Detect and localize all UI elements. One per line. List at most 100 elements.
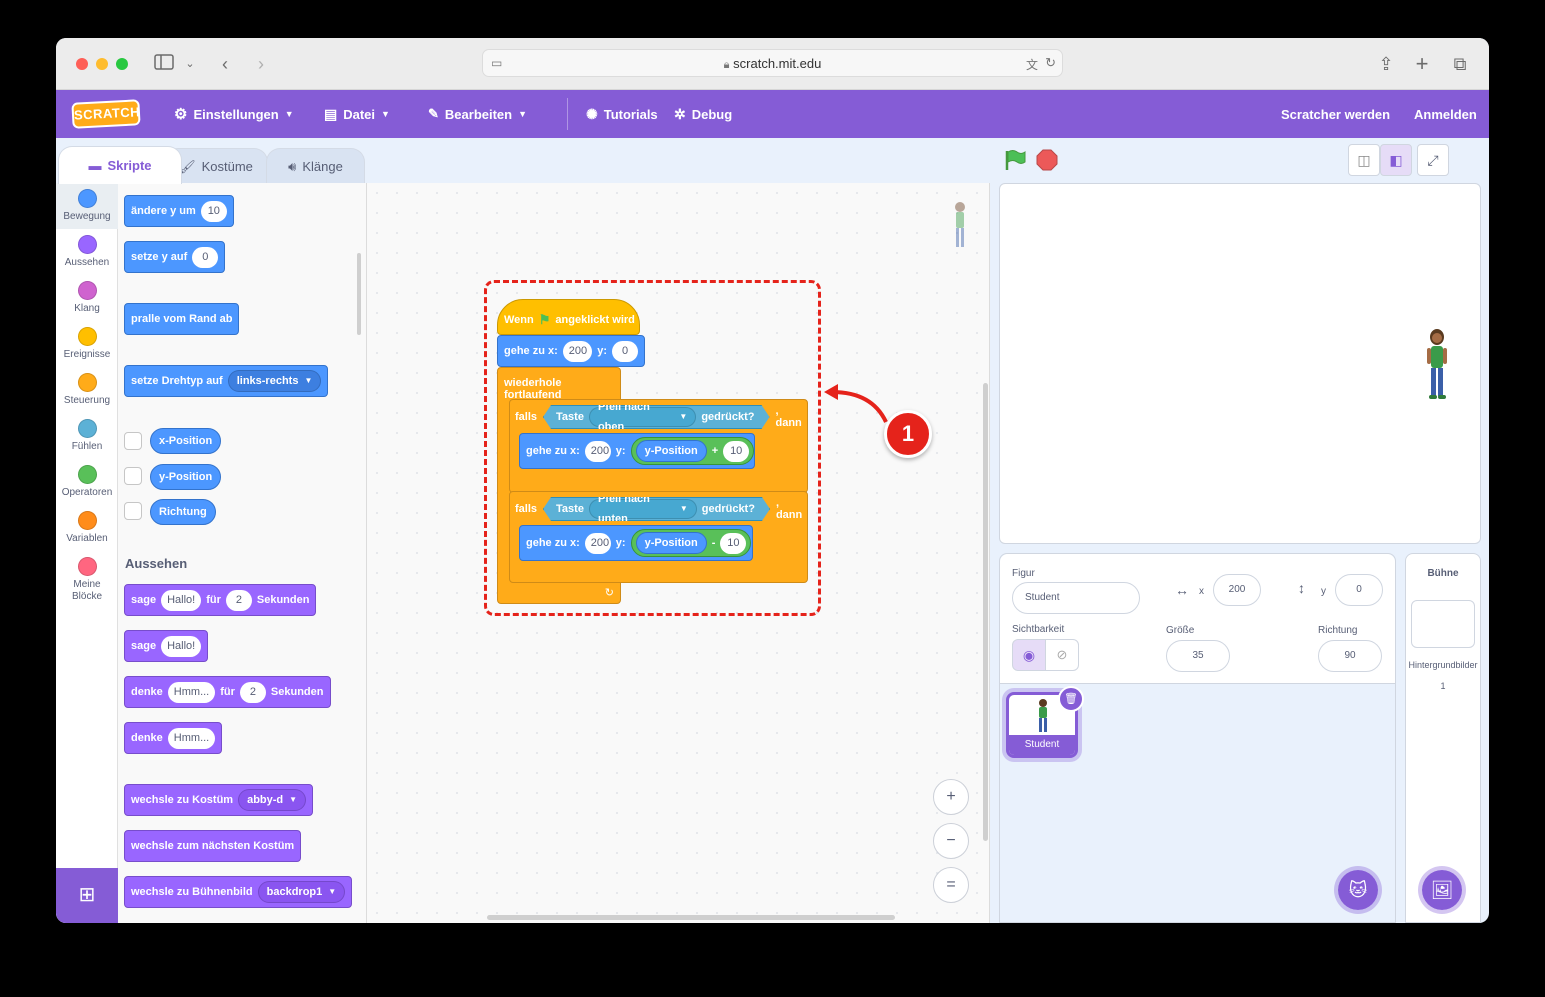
size-field[interactable]: 35 — [1166, 640, 1230, 672]
category-dot — [77, 327, 97, 346]
file-menu[interactable]: ▤ Datei ▼ — [324, 105, 390, 123]
hide-button[interactable]: ⊘ — [1045, 639, 1079, 671]
palette-scrollbar[interactable] — [357, 253, 361, 335]
backdrop-thumbnail[interactable] — [1411, 600, 1475, 648]
zoom-reset-button[interactable]: = — [933, 867, 969, 903]
caret-down-icon: ▼ — [289, 795, 298, 804]
address-bar[interactable]: ▭ 🔒︎ scratch.mit.edu 文 ↻ — [482, 49, 1063, 77]
category-events[interactable]: Ereignisse — [56, 327, 118, 360]
category-sound[interactable]: Klang — [56, 281, 118, 314]
stage-selector[interactable]: Bühne Hintergrundbilder 1 🖼︎ — [1405, 553, 1481, 923]
reload-icon[interactable]: ↻ — [1045, 55, 1056, 71]
sign-in-link[interactable]: Anmelden — [1414, 105, 1477, 123]
switch-backdrop-block[interactable]: wechsle zu Bühnenbild backdrop1 ▼ — [124, 876, 353, 908]
settings-menu[interactable]: ⚙ Einstellungen ▼ — [174, 105, 294, 123]
menu-divider — [567, 98, 568, 130]
edit-menu[interactable]: ✎ Bearbeiten ▼ — [428, 105, 527, 123]
large-stage-button[interactable]: ◧ — [1380, 144, 1412, 176]
join-scratch-link[interactable]: Scratcher werden — [1281, 105, 1390, 123]
chevron-down-icon[interactable]: ⌄ — [182, 52, 198, 76]
y-position-reporter[interactable]: y-Position — [150, 464, 222, 490]
say-for-secs-block[interactable]: sage Hallo! für 2 Sekunden — [124, 584, 317, 616]
direction-field[interactable]: 90 — [1318, 640, 1382, 672]
sprite-name-field[interactable]: Student — [1012, 582, 1140, 614]
y-position-checkbox[interactable] — [124, 467, 142, 485]
next-costume-block[interactable]: wechsle zum nächsten Kostüm — [124, 830, 302, 862]
script-workspace[interactable]: Wenn ⚑ angeklickt wird gehe zu x: 200 y:… — [367, 183, 990, 923]
add-extension-button[interactable]: ⊞ — [56, 868, 118, 923]
zoom-in-button[interactable]: + — [933, 779, 969, 815]
set-y-block[interactable]: setze y auf 0 — [124, 241, 226, 273]
zoom-out-button[interactable]: − — [933, 823, 969, 859]
caret-down-icon: ▼ — [304, 376, 313, 385]
say-block[interactable]: sage Hallo! — [124, 630, 209, 662]
add-extension-icon: ⊞ — [78, 884, 96, 906]
workspace-vertical-scrollbar[interactable] — [983, 383, 988, 841]
scratch-logo[interactable]: SCRATCH — [71, 99, 141, 129]
close-window-button[interactable] — [76, 58, 88, 70]
green-flag-icon[interactable] — [1004, 149, 1026, 171]
back-icon[interactable]: ‹ — [216, 52, 234, 76]
say-text[interactable]: Hallo! — [161, 589, 202, 611]
share-icon[interactable]: ⇪ — [1376, 52, 1396, 76]
set-rotation-style-block[interactable]: setze Drehtyp auf links-rechts ▼ — [124, 365, 329, 397]
show-button[interactable]: ◉ — [1012, 639, 1046, 671]
lock-icon: 🔒︎ — [723, 59, 730, 71]
bounce-block[interactable]: pralle vom Rand ab — [124, 303, 240, 335]
x-position-reporter[interactable]: x-Position — [150, 428, 222, 454]
y-field[interactable]: 0 — [1335, 574, 1383, 606]
stage-canvas[interactable] — [999, 183, 1481, 544]
think-text[interactable]: Hmm... — [167, 727, 216, 749]
tab-overview-icon[interactable]: ⧉ — [1450, 52, 1470, 76]
say-text[interactable]: Hallo! — [161, 635, 202, 657]
tab-costumes-label: Kostüme — [201, 159, 253, 174]
tutorials-button[interactable]: ✺ Tutorials — [586, 105, 658, 123]
costume-dropdown[interactable]: abby-d ▼ — [238, 789, 307, 811]
category-control[interactable]: Steuerung — [56, 373, 118, 406]
translate-icon[interactable]: 文 — [1026, 56, 1038, 73]
choose-sprite-button[interactable]: 🐱︎ — [1334, 866, 1382, 914]
tutorials-label: Tutorials — [603, 106, 658, 122]
direction-checkbox[interactable] — [124, 502, 142, 520]
think-text[interactable]: Hmm... — [167, 681, 216, 703]
change-y-value[interactable]: 10 — [200, 200, 227, 222]
workspace-horizontal-scrollbar[interactable] — [487, 915, 895, 920]
set-y-value[interactable]: 0 — [192, 246, 219, 268]
category-label: Variablen — [66, 533, 108, 544]
small-stage-button[interactable]: ◫ — [1348, 144, 1380, 176]
say-secs[interactable]: 2 — [225, 589, 252, 611]
tab-code[interactable]: ▬ Skripte — [58, 146, 182, 184]
x-field[interactable]: 200 — [1213, 574, 1261, 606]
new-tab-icon[interactable]: + — [1412, 52, 1432, 76]
category-dot — [77, 281, 97, 300]
think-block[interactable]: denke Hmm... — [124, 722, 223, 754]
category-my-blocks[interactable]: Meine Blöcke — [56, 557, 118, 603]
forward-icon[interactable]: › — [252, 52, 270, 76]
category-label: Steuerung — [63, 395, 111, 406]
think-secs[interactable]: 2 — [239, 681, 266, 703]
direction-reporter[interactable]: Richtung — [150, 499, 216, 525]
sidebar-toggle-icon[interactable] — [152, 52, 176, 76]
backdrops-label: Hintergrundbilder — [1408, 660, 1478, 670]
category-sensing[interactable]: Fühlen — [56, 419, 118, 452]
debug-button[interactable]: ✲ Debug — [674, 105, 732, 123]
sprite-character[interactable] — [1425, 328, 1449, 400]
x-position-checkbox[interactable] — [124, 432, 142, 450]
delete-sprite-button[interactable]: 🗑︎ — [1058, 686, 1084, 712]
category-motion[interactable]: Bewegung — [56, 183, 118, 229]
rotation-dropdown[interactable]: links-rechts ▼ — [227, 370, 322, 392]
category-looks[interactable]: Aussehen — [56, 235, 118, 268]
choose-backdrop-button[interactable]: 🖼︎ — [1418, 866, 1466, 914]
switch-costume-block[interactable]: wechsle zu Kostüm abby-d ▼ — [124, 784, 314, 816]
category-operators[interactable]: Operatoren — [56, 465, 118, 498]
category-variables[interactable]: Variablen — [56, 511, 118, 544]
caret-down-icon: ▼ — [518, 109, 528, 119]
zoom-window-button[interactable] — [116, 58, 128, 70]
minimize-window-button[interactable] — [96, 58, 108, 70]
stop-icon[interactable] — [1036, 149, 1058, 171]
think-for-secs-block[interactable]: denke Hmm... für 2 Sekunden — [124, 676, 331, 708]
fullscreen-button[interactable]: ⤢ — [1417, 144, 1449, 176]
change-y-block[interactable]: ändere y um 10 — [124, 195, 234, 227]
tab-sounds[interactable]: 🔊︎ Klänge — [266, 148, 365, 184]
backdrop-dropdown[interactable]: backdrop1 ▼ — [257, 881, 346, 903]
